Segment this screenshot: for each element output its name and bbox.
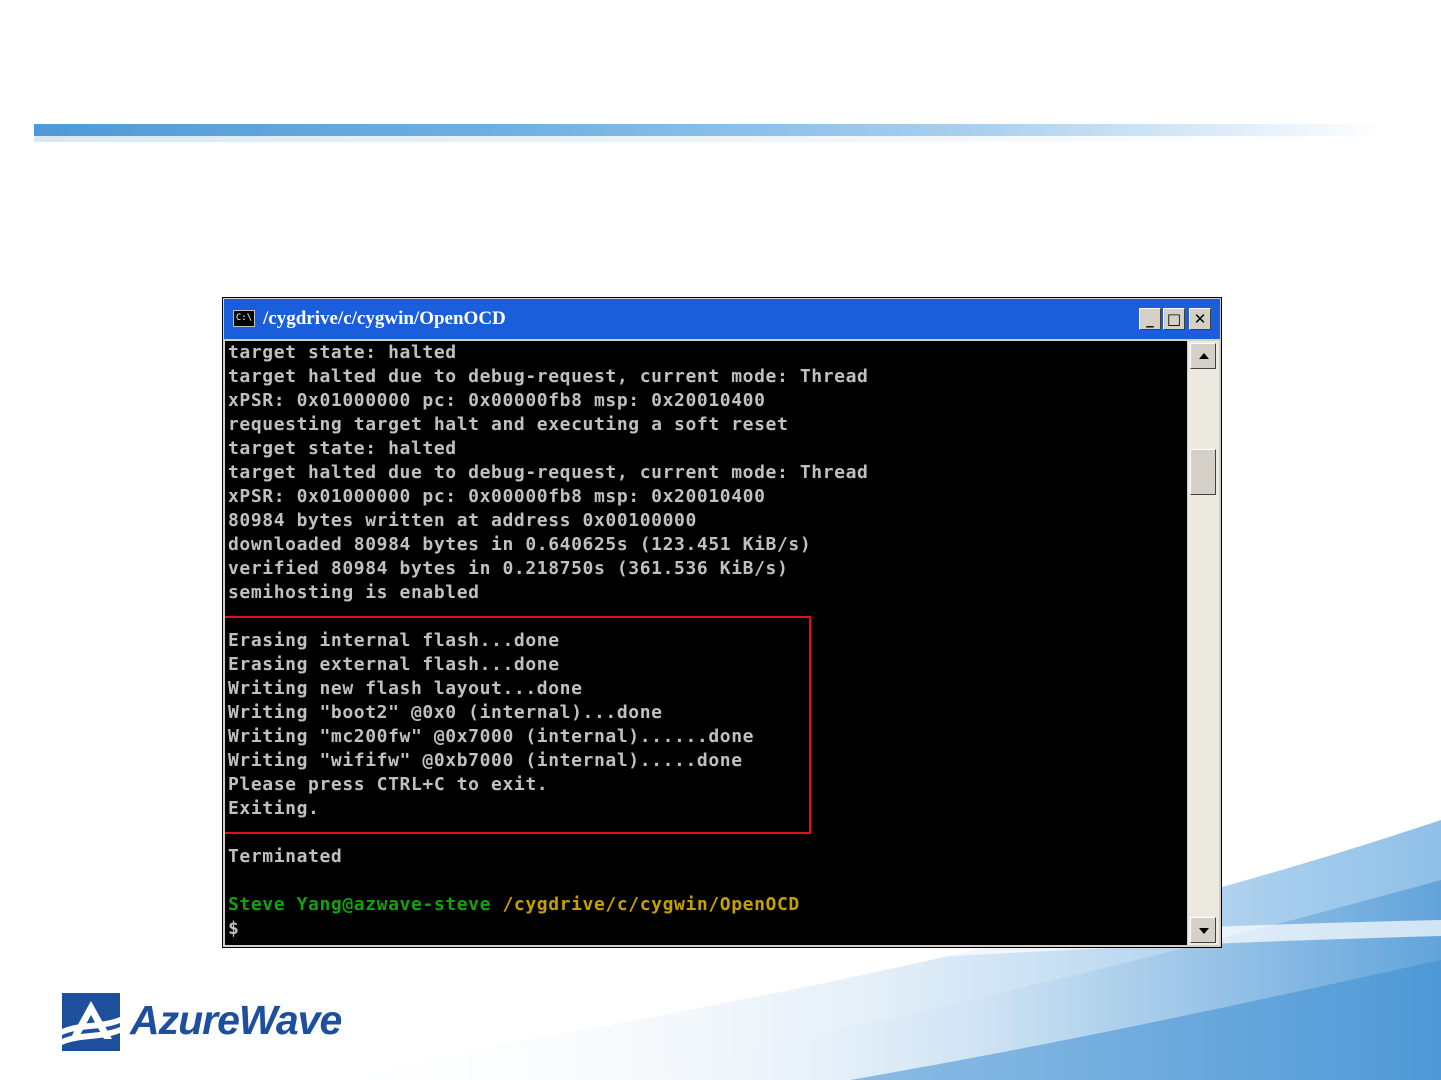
minimize-button[interactable]: _ <box>1139 308 1161 330</box>
console-line: requesting target halt and executing a s… <box>228 414 789 435</box>
console-line: target state: halted <box>228 342 457 363</box>
header-accent-bar <box>34 124 1384 136</box>
console-line: 80984 bytes written at address 0x0010000… <box>228 510 697 531</box>
console-line: target state: halted <box>228 438 457 459</box>
console-line: target halted due to debug-request, curr… <box>228 462 869 483</box>
console-line: Terminated <box>228 846 343 867</box>
prompt-path: /cygdrive/c/cygwin/OpenOCD <box>502 894 800 915</box>
azurewave-logo-mark-icon <box>62 993 120 1051</box>
window-title: /cygdrive/c/cygwin/OpenOCD <box>263 308 506 329</box>
window-title-bar[interactable]: C:\ /cygdrive/c/cygwin/OpenOCD _ □ ✕ <box>224 299 1220 339</box>
console-line: verified 80984 bytes in 0.218750s (361.5… <box>228 558 789 579</box>
maximize-button[interactable]: □ <box>1163 308 1185 330</box>
console-window: C:\ /cygdrive/c/cygwin/OpenOCD _ □ ✕ tar… <box>222 297 1222 948</box>
header-accent-shadow <box>34 136 1334 142</box>
close-button[interactable]: ✕ <box>1189 308 1211 330</box>
logo-wordmark: AzureWave <box>130 997 342 1043</box>
scroll-up-arrow-icon[interactable] <box>1190 343 1216 369</box>
console-line: downloaded 80984 bytes in 0.640625s (123… <box>228 534 812 555</box>
scroll-thumb[interactable] <box>1190 449 1216 495</box>
console-line: xPSR: 0x01000000 pc: 0x00000fb8 msp: 0x2… <box>228 486 766 507</box>
console-app-icon: C:\ <box>233 310 255 327</box>
console-line: target halted due to debug-request, curr… <box>228 366 869 387</box>
console-line: semihosting is enabled <box>228 582 480 603</box>
scroll-down-arrow-icon[interactable] <box>1190 917 1216 943</box>
azurewave-logo: AzureWave <box>62 993 392 1051</box>
console-line: xPSR: 0x01000000 pc: 0x00000fb8 msp: 0x2… <box>228 390 766 411</box>
prompt-symbol: $ <box>228 918 240 939</box>
prompt-input-line[interactable]: $ <box>228 917 868 941</box>
vertical-scrollbar[interactable] <box>1188 341 1219 945</box>
flash-output-highlight-box <box>225 616 811 834</box>
prompt-line: Steve Yang@azwave-steve /cygdrive/c/cygw… <box>228 893 868 917</box>
prompt-user-host: Steve Yang@azwave-steve <box>228 894 492 915</box>
console-output[interactable]: target state: halted target halted due t… <box>225 341 1187 945</box>
